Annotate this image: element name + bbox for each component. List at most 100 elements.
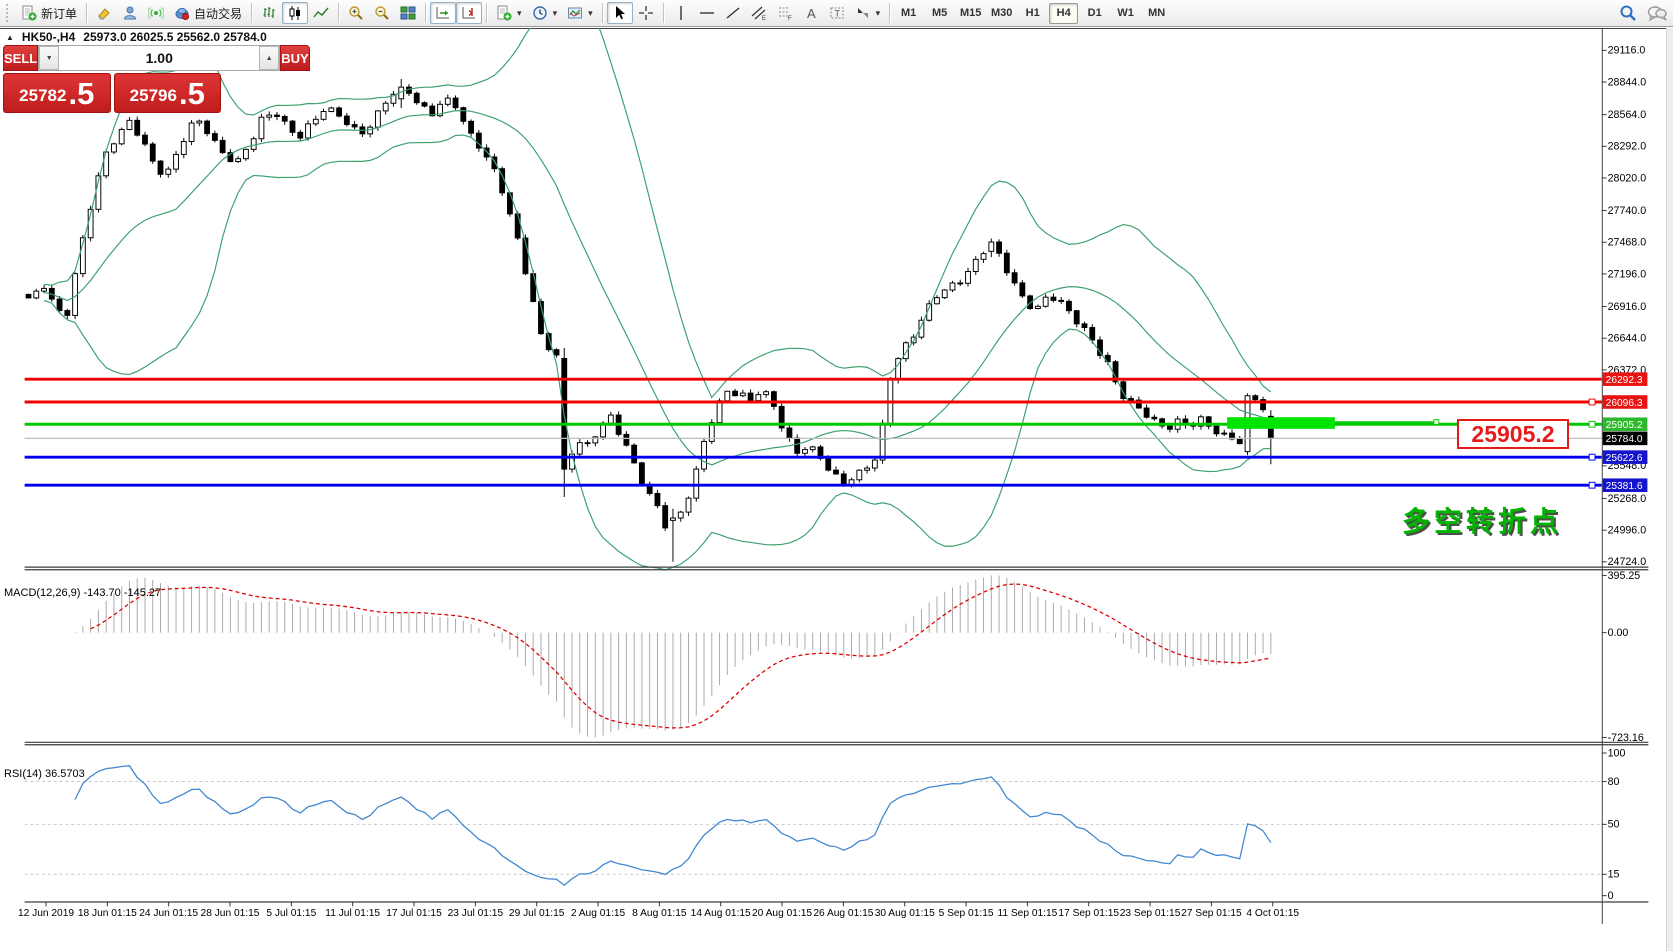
price-tag-text: 25905.2 <box>1606 420 1643 431</box>
trendline-icon <box>725 5 741 21</box>
x-axis-label: 29 Jul 01:15 <box>509 908 565 919</box>
fibonacci-tool-button[interactable]: F <box>772 2 798 24</box>
volume-input[interactable] <box>59 46 260 70</box>
x-axis-label: 14 Aug 01:15 <box>691 908 751 919</box>
callout-anchor <box>1433 419 1440 425</box>
rsi-axis-label: 0 <box>1608 890 1614 902</box>
label-tool-button[interactable]: T <box>824 2 850 24</box>
workspace-scrollbar[interactable] <box>1666 28 1673 951</box>
toolbar-separator <box>338 3 340 23</box>
toolbar-separator <box>425 3 427 23</box>
sell-price-main: 25782 <box>19 86 67 105</box>
price-callout-box[interactable]: 25905.2 <box>1457 419 1569 449</box>
macd-axis-label: 395.25 <box>1608 570 1641 582</box>
timeframe-M1[interactable]: M1 <box>894 3 923 24</box>
horizontal-line-icon <box>699 5 715 21</box>
timeframe-D1[interactable]: D1 <box>1080 3 1109 24</box>
timeframe-M15[interactable]: M15 <box>956 3 985 24</box>
sell-button[interactable]: SELL <box>3 45 39 71</box>
svg-text:F: F <box>788 16 792 21</box>
chart-symbol-period: HK50-,H4 <box>21 30 76 44</box>
vertical-line-tool-button[interactable] <box>668 2 694 24</box>
chart-header: ▲ HK50-,H4 25973.0 26025.5 25562.0 25784… <box>6 30 267 44</box>
cursor-tool-button[interactable] <box>606 2 633 24</box>
volume-down-button[interactable]: ▼ <box>39 46 60 70</box>
line-chart-mode-button[interactable] <box>308 2 334 24</box>
macd-axis-label: 0.00 <box>1608 627 1629 639</box>
svg-text:A: A <box>807 6 816 21</box>
price-axis-label: 26644.0 <box>1608 333 1647 345</box>
crosshair-tool-button[interactable] <box>633 2 659 24</box>
timeframe-M30[interactable]: M30 <box>987 3 1016 24</box>
rsi-axis-label: 100 <box>1608 747 1626 759</box>
signal-button[interactable] <box>143 2 169 24</box>
x-axis-label: 11 Sep 01:15 <box>997 908 1057 919</box>
price-axis-label: 28844.0 <box>1608 76 1647 88</box>
bar-chart-mode-button[interactable] <box>256 2 282 24</box>
signal-icon <box>148 5 165 21</box>
tile-windows-icon <box>400 5 416 21</box>
search-icon[interactable] <box>1619 4 1637 22</box>
toolbar-grip[interactable] <box>6 4 13 22</box>
rsi-indicator-label: RSI(14) 36.5703 <box>4 768 85 780</box>
auto-scroll-button[interactable] <box>430 2 457 24</box>
zoom-out-button[interactable] <box>369 2 395 24</box>
timeframe-MN[interactable]: MN <box>1142 3 1171 24</box>
price-axis-label: 25268.0 <box>1608 493 1647 505</box>
vertical-line-icon <box>673 5 689 21</box>
new-order-label: 新订单 <box>41 6 78 21</box>
toolbar-separator <box>662 3 664 23</box>
timeframe-H1[interactable]: H1 <box>1018 3 1047 24</box>
channel-tool-button[interactable]: E <box>746 2 772 24</box>
volume-up-button[interactable]: ▲ <box>259 46 280 70</box>
hline-anchor <box>1588 420 1596 428</box>
horizontal-line-tool-button[interactable] <box>694 2 720 24</box>
toolbar-separator <box>486 3 488 23</box>
x-axis-label: 23 Sep 01:15 <box>1120 908 1181 919</box>
x-axis-label: 8 Aug 01:15 <box>632 908 687 919</box>
bollinger-middle <box>43 110 1272 466</box>
marker-button[interactable] <box>91 2 117 24</box>
new-chart-button[interactable]: ▾ <box>491 2 527 24</box>
timeframe-M5[interactable]: M5 <box>925 3 954 24</box>
x-axis-label: 11 Jul 01:15 <box>325 908 380 919</box>
equidistant-channel-icon: E <box>751 5 767 21</box>
dropdown-caret-icon: ▾ <box>552 7 558 18</box>
tile-windows-button[interactable] <box>395 2 421 24</box>
zoom-in-button[interactable] <box>343 2 369 24</box>
toolbar-separator <box>251 3 253 23</box>
collapse-triangle-icon[interactable]: ▲ <box>6 33 14 42</box>
text-tool-button[interactable]: A <box>798 2 824 24</box>
volume-up-icon: ▲ <box>265 54 273 62</box>
templates-button[interactable]: ▾ <box>562 2 598 24</box>
new-order-icon <box>21 5 37 21</box>
sell-price-box[interactable]: 25782 .5 <box>3 73 111 113</box>
x-axis-label: 17 Jul 01:15 <box>386 908 442 919</box>
chart-shift-button[interactable] <box>456 2 483 24</box>
buy-price-frac: .5 <box>178 76 205 111</box>
arrows-tool-button[interactable]: ▾ <box>850 2 886 24</box>
buy-price-box[interactable]: 25796 .5 <box>113 73 221 113</box>
buy-price-main: 25796 <box>129 86 177 105</box>
timeframe-H4[interactable]: H4 <box>1049 2 1079 24</box>
price-tag-text: 26096.3 <box>1606 398 1643 409</box>
trendline-tool-button[interactable] <box>720 2 746 24</box>
cursor-icon <box>612 5 628 21</box>
macd-axis-label: -723.16 <box>1608 732 1644 744</box>
buy-button[interactable]: BUY <box>280 45 310 71</box>
candlestick-mode-button[interactable] <box>282 2 309 24</box>
timeframe-W1[interactable]: W1 <box>1111 3 1140 24</box>
profile-button[interactable] <box>117 2 143 24</box>
periods-button[interactable]: ▾ <box>527 2 563 24</box>
x-axis-label: 18 Jun 01:15 <box>78 908 137 919</box>
autotrade-button[interactable]: 自动交易 <box>169 2 247 24</box>
rsi-line <box>74 765 1272 887</box>
toolbar-separator <box>601 3 603 23</box>
chat-icon[interactable] <box>1647 4 1667 22</box>
chart-canvas[interactable]: 29116.0 28844.0 28564.0 28292.0 28020.0 27740… <box>0 28 1673 951</box>
new-order-button[interactable]: 新订单 <box>16 2 82 24</box>
price-axis-label: 24724.0 <box>1608 556 1647 568</box>
svg-text:E: E <box>762 16 766 21</box>
crosshair-icon <box>638 5 654 21</box>
x-axis-label: 23 Jul 01:15 <box>448 908 504 919</box>
